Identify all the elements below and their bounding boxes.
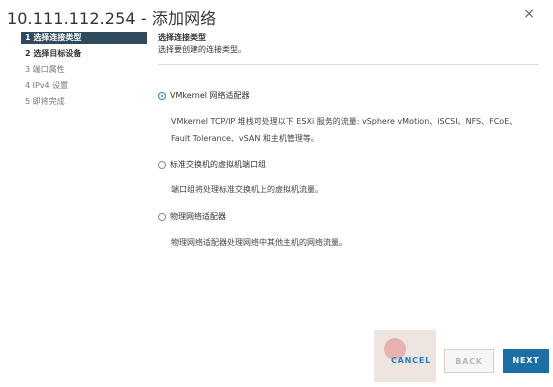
step-port-properties: 3 端口属性 — [25, 65, 65, 74]
wizard-steps: 1 选择连接类型 2 选择目标设备 3 端口属性 4 IPv4 设置 5 即将完… — [21, 32, 147, 112]
option-vm-port-group[interactable]: 标准交换机的虚拟机端口组 — [158, 159, 266, 170]
window-title: 10.111.112.254 - 添加网络 — [7, 9, 217, 28]
divider — [158, 64, 539, 65]
step-ipv4-settings: 4 IPv4 设置 — [25, 81, 69, 90]
step-ready-to-complete: 5 即将完成 — [25, 97, 65, 106]
description-line: 端口组将处理标准交换机上的虚拟机流量。 — [171, 185, 323, 194]
description-line: Fault Tolerance、vSAN 和主机管理等。 — [171, 134, 319, 143]
radio-unselected-icon[interactable] — [158, 160, 166, 169]
cancel-button[interactable]: CANCEL — [384, 349, 438, 373]
main-panel: 选择连接类型 选择要创建的连接类型。 — [158, 32, 539, 56]
option-description: 物理网络适配器处理网络中其他主机的网络流量。 — [171, 234, 541, 251]
option-label: 标准交换机的虚拟机端口组 — [170, 160, 266, 169]
radio-unselected-icon[interactable] — [158, 212, 166, 221]
option-description: VMkernel TCP/IP 堆栈可处理以下 ESXi 服务的流量: vSph… — [171, 113, 541, 147]
next-button[interactable]: NEXT — [503, 349, 549, 373]
section-subtitle: 选择要创建的连接类型。 — [158, 45, 246, 54]
back-button[interactable]: BACK — [444, 349, 494, 373]
step-select-connection-type[interactable]: 1 选择连接类型 — [21, 32, 147, 44]
radio-selected-icon[interactable] — [158, 91, 166, 100]
section-title: 选择连接类型 — [158, 33, 206, 42]
step-select-target-device[interactable]: 2 选择目标设备 — [21, 48, 147, 60]
option-vmkernel-adapter[interactable]: VMkernel 网络适配器 — [158, 90, 250, 101]
option-physical-adapter[interactable]: 物理网络适配器 — [158, 211, 226, 222]
close-icon[interactable]: × — [523, 6, 535, 22]
option-label: 物理网络适配器 — [170, 212, 226, 221]
option-label: VMkernel 网络适配器 — [170, 91, 250, 100]
option-description: 端口组将处理标准交换机上的虚拟机流量。 — [171, 181, 541, 198]
description-line: 物理网络适配器处理网络中其他主机的网络流量。 — [171, 238, 347, 247]
description-line: VMkernel TCP/IP 堆栈可处理以下 ESXi 服务的流量: vSph… — [171, 117, 518, 126]
